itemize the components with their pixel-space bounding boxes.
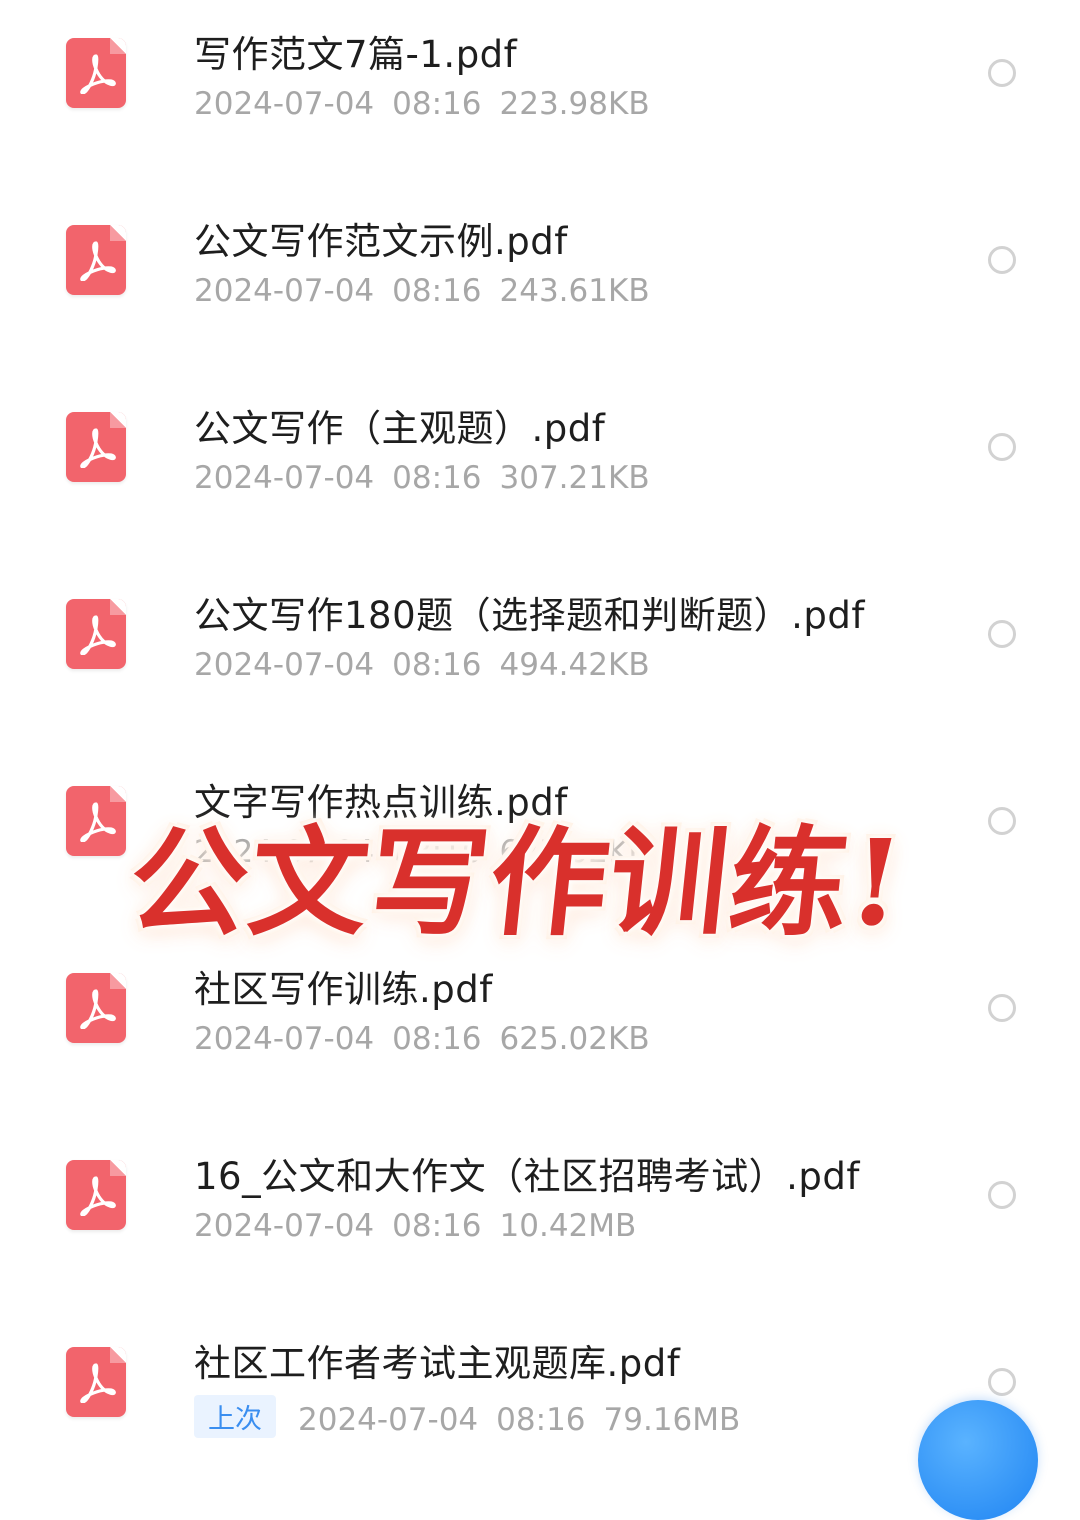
file-size: 79.16MB (603, 1402, 741, 1438)
file-row[interactable]: 写作范文7篇-1.pdf 2024-07-04 08:16 223.98KB (0, 0, 1080, 187)
file-list: 写作范文7篇-1.pdf 2024-07-04 08:16 223.98KB 公文写… (0, 0, 1080, 1472)
floating-action-button[interactable] (918, 1400, 1038, 1520)
file-time: 08:16 (496, 1402, 586, 1438)
file-size: 243.61KB (499, 273, 650, 309)
file-size: 307.21KB (499, 460, 650, 496)
select-radio-button[interactable] (988, 620, 1016, 648)
select-radio-button[interactable] (988, 246, 1016, 274)
file-name: 公文写作（主观题）.pdf (194, 407, 606, 450)
file-meta: 2024-07-04 08:16 10.42MB (194, 1208, 636, 1244)
pdf-file-icon (66, 1347, 126, 1417)
file-time: 08:16 (392, 273, 482, 309)
file-name: 写作范文7篇-1.pdf (194, 33, 518, 76)
file-date: 2024-07-04 (194, 1208, 375, 1244)
file-time: 08:16 (392, 86, 482, 122)
pdf-file-icon (66, 599, 126, 669)
select-radio-button[interactable] (988, 1368, 1016, 1396)
file-size: 223.98KB (499, 86, 650, 122)
select-radio-button[interactable] (988, 807, 1016, 835)
file-size: 625.02KB (499, 1021, 650, 1057)
file-name: 公文写作180题（选择题和判断题）.pdf (194, 594, 865, 637)
pdf-file-icon (66, 973, 126, 1043)
select-radio-button[interactable] (988, 433, 1016, 461)
file-meta: 2024-07-04 08:16 494.42KB (194, 647, 650, 683)
file-row[interactable]: 公文写作范文示例.pdf 2024-07-04 08:16 243.61KB (0, 187, 1080, 374)
file-time: 08:16 (392, 1021, 482, 1057)
pdf-file-icon (66, 412, 126, 482)
file-name: 公文写作范文示例.pdf (194, 220, 568, 263)
file-row[interactable]: 16_公文和大作文（社区招聘考试）.pdf 2024-07-04 08:16 10.… (0, 1122, 1080, 1309)
file-size: 494.42KB (499, 647, 650, 683)
file-time: 08:16 (392, 460, 482, 496)
pdf-file-icon (66, 38, 126, 108)
file-meta: 上次 2024-07-04 08:16 79.16MB (194, 1395, 740, 1438)
pdf-file-icon (66, 786, 126, 856)
file-meta: 2024-07-04 08:16 625.02KB (194, 1021, 650, 1057)
file-size: 10.42MB (499, 1208, 637, 1244)
select-radio-button[interactable] (988, 1181, 1016, 1209)
file-name: 社区写作训练.pdf (194, 968, 493, 1011)
file-name: 16_公文和大作文（社区招聘考试）.pdf (194, 1155, 860, 1198)
pdf-file-icon (66, 1160, 126, 1230)
file-date: 2024-07-04 (194, 647, 375, 683)
file-date: 2024-07-04 (194, 273, 375, 309)
file-time: 08:16 (392, 1208, 482, 1244)
file-date: 2024-07-04 (298, 1402, 479, 1438)
file-name: 社区工作者考试主观题库.pdf (194, 1342, 681, 1385)
file-date: 2024-07-04 (194, 86, 375, 122)
overlay-title: 公文写作训练! (122, 813, 912, 952)
file-date: 2024-07-04 (194, 1021, 375, 1057)
file-meta: 2024-07-04 08:16 243.61KB (194, 273, 650, 309)
file-row[interactable]: 公文写作180题（选择题和判断题）.pdf 2024-07-04 08:16 494… (0, 561, 1080, 748)
file-meta: 2024-07-04 08:16 307.21KB (194, 460, 650, 496)
file-row[interactable]: 公文写作（主观题）.pdf 2024-07-04 08:16 307.21KB (0, 374, 1080, 561)
file-meta: 2024-07-04 08:16 223.98KB (194, 86, 650, 122)
file-time: 08:16 (392, 647, 482, 683)
file-row[interactable]: 社区写作训练.pdf 2024-07-04 08:16 625.02KB (0, 935, 1080, 1122)
select-radio-button[interactable] (988, 994, 1016, 1022)
pdf-file-icon (66, 225, 126, 295)
select-radio-button[interactable] (988, 59, 1016, 87)
last-opened-badge: 上次 (194, 1395, 276, 1438)
file-date: 2024-07-04 (194, 460, 375, 496)
